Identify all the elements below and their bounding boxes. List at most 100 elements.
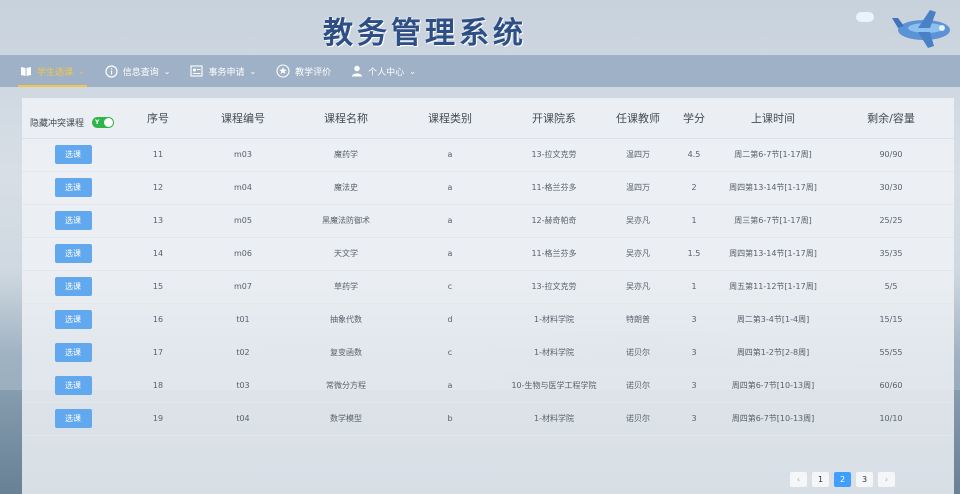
page-button-3[interactable]: 3 — [856, 472, 873, 487]
cell-no: 16 — [124, 303, 192, 337]
select-course-button[interactable]: 选课 — [54, 343, 92, 362]
cell-teacher: 诺贝尔 — [606, 336, 670, 370]
table-header-row: 隐藏冲突课程 Y 序号 课程编号 课程名称 课程类别 开课院系 任课教师 学分 … — [22, 98, 954, 139]
cell-dept: 1-材料学院 — [502, 336, 606, 370]
page-button-2[interactable]: 2 — [834, 472, 851, 487]
cell-no: 13 — [124, 204, 192, 238]
cell-capacity: 35/35 — [828, 237, 954, 271]
cell-no: 14 — [124, 237, 192, 271]
prev-page-button[interactable]: ‹ — [790, 472, 807, 487]
cell-credit: 1.5 — [670, 237, 718, 271]
page-title: 教务管理系统 — [323, 16, 527, 51]
cell-code: t03 — [192, 369, 294, 403]
chevron-down-icon: ⌄ — [163, 66, 171, 76]
chevron-down-icon: ⌄ — [249, 66, 257, 76]
cell-dept: 11-格兰芬多 — [502, 237, 606, 271]
nav-item-affairs-application[interactable]: 事务申请 ⌄ — [180, 55, 266, 87]
cell-no: 19 — [124, 402, 192, 436]
star-icon — [276, 64, 290, 78]
cell-teacher: 温四万 — [606, 138, 670, 172]
cell-name: 魔法史 — [294, 171, 398, 205]
cell-no: 15 — [124, 270, 192, 304]
toggle-text: Y — [95, 119, 100, 127]
cell-code: m07 — [192, 270, 294, 304]
cell-capacity: 10/10 — [828, 402, 954, 436]
cell-name: 常微分方程 — [294, 369, 398, 403]
cell-code: m04 — [192, 171, 294, 205]
cell-capacity: 60/60 — [828, 369, 954, 403]
select-course-button[interactable]: 选课 — [54, 277, 92, 296]
cell-no: 18 — [124, 369, 192, 403]
select-course-button[interactable]: 选课 — [54, 244, 92, 263]
cell-time: 周四第13-14节[1-17周] — [718, 237, 828, 271]
next-page-button[interactable]: › — [878, 472, 895, 487]
cell-type: c — [398, 270, 502, 304]
cell-code: t04 — [192, 402, 294, 436]
table-row: 选课 14 m06 天文学 a 11-格兰芬多 吴亦凡 1.5 周四第13-14… — [22, 237, 954, 271]
nav-item-label: 教学评价 — [295, 67, 332, 78]
nav-item-label: 事务申请 — [208, 67, 245, 78]
info-icon — [105, 64, 118, 78]
cell-time: 周四第6-7节[10-13周] — [718, 369, 828, 403]
course-table: 隐藏冲突课程 Y 序号 课程编号 课程名称 课程类别 开课院系 任课教师 学分 … — [22, 98, 954, 436]
book-icon — [21, 66, 31, 76]
cell-capacity: 30/30 — [828, 171, 954, 205]
select-course-button[interactable]: 选课 — [54, 178, 92, 197]
cell-code: t01 — [192, 303, 294, 337]
cell-no: 11 — [124, 138, 192, 172]
nav-item-label: 信息查询 — [122, 67, 159, 78]
cell-credit: 1 — [670, 270, 718, 304]
cell-type: a — [398, 204, 502, 238]
cell-name: 复变函数 — [294, 336, 398, 370]
cell-time: 周二第3-4节[1-4周] — [718, 303, 828, 337]
hide-conflict-toggle[interactable]: Y — [92, 117, 115, 129]
cell-no: 12 — [124, 171, 192, 205]
cell-time: 周五第11-12节[1-17周] — [718, 270, 828, 304]
document-icon — [190, 65, 203, 77]
cell-capacity: 15/15 — [828, 303, 954, 337]
cell-time: 周四第1-2节[2-8周] — [718, 336, 828, 370]
cell-teacher: 诺贝尔 — [606, 402, 670, 436]
select-course-button[interactable]: 选课 — [54, 376, 92, 395]
cell-dept: 13-拉文克劳 — [502, 270, 606, 304]
cell-dept: 12-赫奇帕奇 — [502, 204, 606, 238]
nav-item-course-selection[interactable]: 学生选课 ⌄ — [10, 55, 95, 87]
column-header-teacher: 任课教师 — [606, 98, 670, 139]
table-row: 选课 12 m04 魔法史 a 11-格兰芬多 温四万 2 周四第13-14节[… — [22, 171, 954, 205]
column-header-capacity: 剩余/容量 — [828, 98, 954, 139]
toggle-knob — [104, 118, 114, 128]
cell-time: 周四第13-14节[1-17周] — [718, 171, 828, 205]
airplane-icon — [892, 10, 950, 48]
user-icon — [352, 65, 363, 77]
cell-teacher: 吴亦凡 — [606, 270, 670, 304]
cell-teacher: 温四万 — [606, 171, 670, 205]
select-course-button[interactable]: 选课 — [54, 211, 92, 230]
cell-credit: 3 — [670, 369, 718, 403]
main-nav: 学生选课 ⌄ 信息查询 ⌄ 事务申请 ⌄ 教学评价 个人中心 ⌄ — [0, 55, 960, 87]
hide-conflict-label: 隐藏冲突课程 — [30, 119, 85, 130]
select-course-button[interactable]: 选课 — [54, 409, 92, 428]
cell-type: a — [398, 237, 502, 271]
nav-item-info-query[interactable]: 信息查询 ⌄ — [95, 55, 181, 87]
cell-name: 天文学 — [294, 237, 398, 271]
table-row: 选课 19 t04 数学模型 b 1-材料学院 诺贝尔 3 周四第6-7节[10… — [22, 402, 954, 436]
hide-conflict-cell: 隐藏冲突课程 Y — [22, 98, 124, 139]
chevron-down-icon: ⌄ — [78, 66, 85, 76]
nav-item-teaching-evaluation[interactable]: 教学评价 — [266, 55, 341, 87]
cell-type: d — [398, 303, 502, 337]
cell-name: 草药学 — [294, 270, 398, 304]
cell-code: m05 — [192, 204, 294, 238]
cell-capacity: 5/5 — [828, 270, 954, 304]
cell-teacher: 吴亦凡 — [606, 237, 670, 271]
select-course-button[interactable]: 选课 — [54, 310, 92, 329]
cell-time: 周四第6-7节[10-13周] — [718, 402, 828, 436]
cell-type: c — [398, 336, 502, 370]
page-button-1[interactable]: 1 — [812, 472, 829, 487]
cell-credit: 1 — [670, 204, 718, 238]
cell-type: b — [398, 402, 502, 436]
nav-item-personal-center[interactable]: 个人中心 ⌄ — [341, 55, 426, 87]
table-row: 选课 17 t02 复变函数 c 1-材料学院 诺贝尔 3 周四第1-2节[2-… — [22, 336, 954, 370]
select-course-button[interactable]: 选课 — [54, 145, 92, 164]
table-row: 选课 13 m05 黑魔法防御术 a 12-赫奇帕奇 吴亦凡 1 周三第6-7节… — [22, 204, 954, 238]
column-header-dept: 开课院系 — [502, 98, 606, 139]
